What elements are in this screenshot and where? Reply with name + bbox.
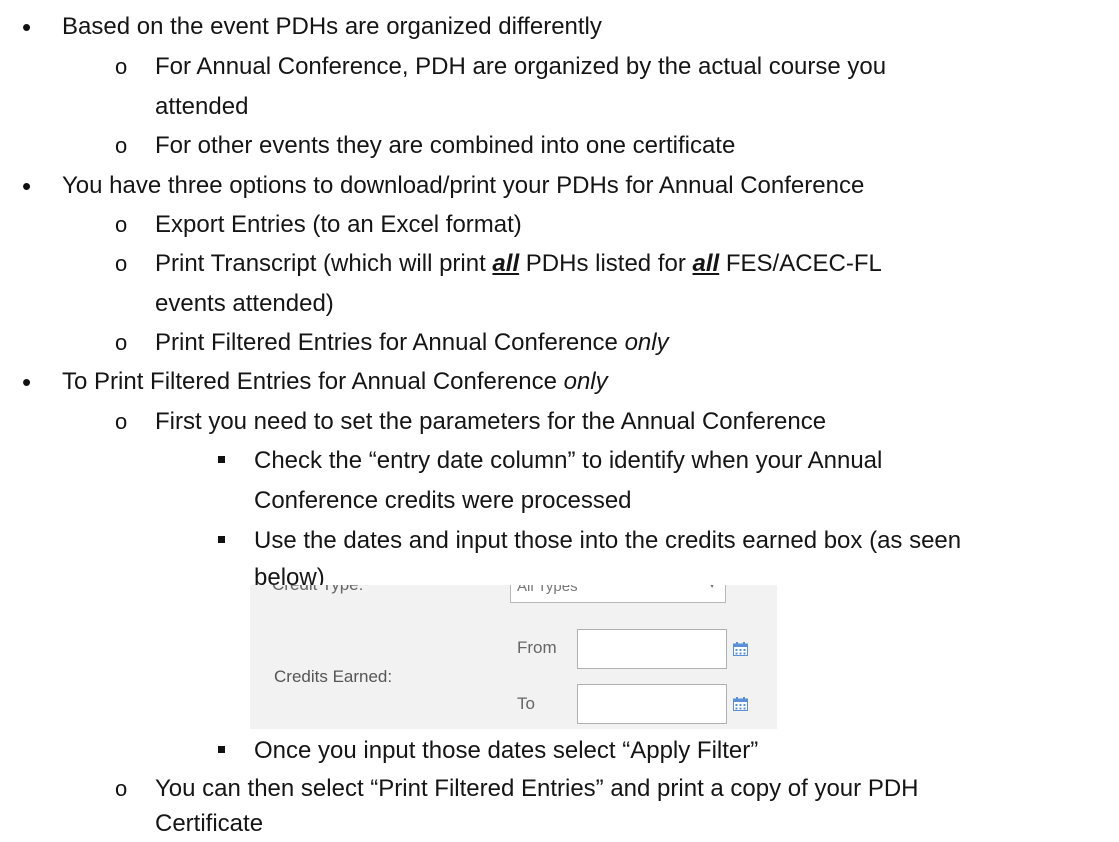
bullet-circle: o (115, 251, 128, 276)
text-line: First you need to set the parameters for… (155, 408, 827, 435)
bullet-square (218, 456, 225, 463)
bullet-circle: o (115, 54, 128, 79)
bullet-square (218, 746, 225, 753)
text-line: attended (155, 93, 249, 120)
to-label: To (517, 694, 535, 713)
text-line-with-emphasis: Print Transcript (which will print all P… (155, 249, 882, 279)
bullet-square (218, 536, 225, 543)
text-line: Export Entries (to an Excel format) (155, 211, 522, 238)
from-date-input (577, 629, 727, 669)
credits-filter-screenshot: Credit Type: All Types ▼ Credits Earned:… (250, 585, 777, 729)
text-line: Certificate (155, 810, 264, 837)
text-run: Print Transcript (which will print (155, 250, 493, 277)
text-line: You can then select “Print Filtered Entr… (155, 775, 919, 802)
text-line: Once you input those dates select “Apply… (254, 737, 759, 764)
text-line: Conference credits were processed (254, 487, 632, 514)
text-line: You have three options to download/print… (62, 172, 865, 199)
calendar-icon (733, 642, 748, 656)
from-label: From (517, 638, 557, 657)
bullet-circle: o (115, 212, 128, 237)
bullet-disc: • (22, 12, 32, 42)
text-line: Print Filtered Entries for Annual Confer… (155, 328, 669, 358)
text-line: Based on the event PDHs are organized di… (62, 13, 602, 40)
credit-type-value: All Types (517, 585, 578, 595)
text-line: Check the “entry date column” to identif… (254, 447, 883, 474)
calendar-icon (733, 697, 748, 711)
text-run: To Print Filtered Entries for Annual Con… (62, 368, 564, 395)
emphasis-only: only (624, 329, 669, 356)
bullet-disc: • (22, 367, 32, 397)
emphasis-all: all (692, 250, 720, 277)
text-line: events attended) (155, 290, 334, 317)
credits-earned-label: Credits Earned: (274, 667, 393, 686)
bullet-circle: o (115, 133, 128, 158)
text-line: For Annual Conference, PDH are organized… (155, 53, 887, 80)
document-page: • Based on the event PDHs are organized … (0, 0, 1119, 842)
bullet-disc: • (22, 171, 32, 201)
bullet-circle: o (115, 330, 128, 355)
text-run: FES/ACEC-FL (719, 250, 882, 277)
credit-type-label: Credit Type: (272, 585, 363, 595)
text-run: PDHs listed for (519, 250, 693, 277)
text-line: For other events they are combined into … (155, 132, 736, 159)
bullet-circle: o (115, 409, 128, 434)
text-line: To Print Filtered Entries for Annual Con… (62, 367, 608, 397)
chevron-down-icon: ▼ (707, 585, 717, 591)
emphasis-all: all (492, 250, 520, 277)
to-date-input (577, 684, 727, 724)
bullet-circle: o (115, 776, 128, 801)
emphasis-only: only (563, 368, 608, 395)
text-run: Print Filtered Entries for Annual Confer… (155, 329, 625, 356)
text-line: Use the dates and input those into the c… (254, 527, 962, 554)
credit-type-select: All Types ▼ (510, 585, 726, 603)
